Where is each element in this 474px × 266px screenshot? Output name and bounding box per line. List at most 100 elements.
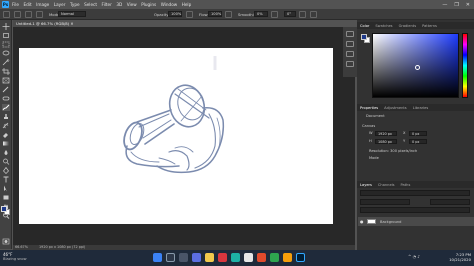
- menu-edit[interactable]: Edit: [24, 2, 32, 7]
- gradient-tool-icon[interactable]: [2, 140, 10, 147]
- pen-tool-icon[interactable]: [2, 167, 10, 174]
- artboard-tool-icon[interactable]: [2, 32, 10, 39]
- angle-field[interactable]: 0°: [284, 11, 296, 17]
- color-panel-foreground-swatch[interactable]: [361, 34, 367, 40]
- type-tool-icon[interactable]: [2, 176, 10, 183]
- menu-window[interactable]: Window: [161, 2, 178, 7]
- menu-image[interactable]: Image: [36, 2, 49, 7]
- close-button[interactable]: ✕: [466, 2, 470, 8]
- tab-paths[interactable]: Paths: [401, 183, 411, 187]
- foreground-color-swatch[interactable]: [1, 206, 7, 212]
- healing-brush-tool-icon[interactable]: [2, 95, 10, 102]
- tab-libraries[interactable]: Libraries: [413, 106, 429, 110]
- edge-icon[interactable]: [231, 253, 240, 262]
- menu-plugins[interactable]: Plugins: [141, 2, 156, 7]
- layer-filter-bar[interactable]: [360, 190, 470, 196]
- menu-filter[interactable]: Filter: [101, 2, 111, 7]
- quick-mask-icon[interactable]: [2, 238, 10, 245]
- tab-patterns[interactable]: Patterns: [422, 24, 437, 28]
- minimize-button[interactable]: —: [442, 2, 447, 8]
- eyedropper-tool-icon[interactable]: [2, 86, 10, 93]
- store-icon[interactable]: [244, 253, 253, 262]
- blend-mode-select[interactable]: [360, 199, 410, 205]
- tab-gradients[interactable]: Gradients: [399, 24, 417, 28]
- lock-options-bar[interactable]: [360, 207, 470, 213]
- layer-opacity-field[interactable]: [430, 199, 470, 205]
- office-icon[interactable]: [257, 253, 266, 262]
- menu-view[interactable]: View: [127, 2, 137, 7]
- visibility-eye-icon[interactable]: ●: [360, 219, 364, 224]
- history-panel-icon[interactable]: [346, 31, 354, 37]
- clone-stamp-tool-icon[interactable]: [2, 113, 10, 120]
- smoothing-settings-icon[interactable]: [271, 11, 278, 18]
- blur-tool-icon[interactable]: [2, 149, 10, 156]
- task-view-icon[interactable]: [179, 253, 188, 262]
- character-panel-icon[interactable]: [346, 51, 354, 57]
- rectangle-tool-icon[interactable]: [2, 194, 10, 201]
- document-tab[interactable]: Untitled-1 @ 66.7% (RGB/8) ✕: [13, 20, 74, 27]
- dodge-tool-icon[interactable]: [2, 158, 10, 165]
- zoom-level[interactable]: 66.67%: [15, 245, 28, 249]
- menu-help[interactable]: Help: [182, 2, 192, 7]
- quick-selection-tool-icon[interactable]: [2, 59, 10, 66]
- lasso-tool-icon[interactable]: [2, 50, 10, 57]
- spotify-icon[interactable]: [270, 253, 279, 262]
- menu-type[interactable]: Type: [70, 2, 80, 7]
- menu-file[interactable]: File: [12, 2, 19, 7]
- eraser-tool-icon[interactable]: [2, 131, 10, 138]
- canvas-height-field[interactable]: 1080 px: [375, 139, 397, 144]
- layer-name[interactable]: Background: [380, 220, 401, 224]
- hue-slider[interactable]: [462, 33, 468, 98]
- home-icon[interactable]: [3, 11, 10, 18]
- history-brush-tool-icon[interactable]: [2, 122, 10, 129]
- brush-preset-icon[interactable]: [14, 11, 21, 18]
- pressure-size-icon[interactable]: [299, 11, 306, 18]
- brush-size-icon[interactable]: [25, 11, 32, 18]
- menu-bar: Ps File Edit Image Layer Type Select Fil…: [0, 0, 474, 9]
- tab-color[interactable]: Color: [360, 24, 369, 28]
- canvas-x-field[interactable]: 0 px: [409, 131, 427, 136]
- system-tray[interactable]: ^ ◔ ♪: [408, 254, 420, 259]
- chrome-icon[interactable]: [283, 253, 292, 262]
- maximize-button[interactable]: ❐: [454, 2, 458, 8]
- brush-settings-icon[interactable]: [36, 11, 43, 18]
- photoshop-taskbar-icon[interactable]: [296, 253, 305, 262]
- widgets-icon[interactable]: [192, 253, 201, 262]
- frame-tool-icon[interactable]: [2, 77, 10, 84]
- canvas-width-field[interactable]: 1920 px: [375, 131, 397, 136]
- search-icon[interactable]: [166, 253, 175, 262]
- tab-adjustments[interactable]: Adjustments: [384, 106, 407, 110]
- symmetry-icon[interactable]: [310, 11, 317, 18]
- tab-swatches[interactable]: Swatches: [375, 24, 392, 28]
- tab-properties[interactable]: Properties: [360, 106, 378, 110]
- menu-select[interactable]: Select: [84, 2, 97, 7]
- brush-settings-panel-icon[interactable]: [346, 41, 354, 47]
- marquee-tool-icon[interactable]: [2, 41, 10, 48]
- paragraph-panel-icon[interactable]: [346, 61, 354, 67]
- brush-tool-icon[interactable]: [2, 104, 10, 111]
- pressure-opacity-icon[interactable]: [186, 11, 193, 18]
- smoothing-field[interactable]: 0%: [254, 11, 268, 17]
- tab-channels[interactable]: Channels: [378, 183, 395, 187]
- width-label: W: [369, 131, 373, 135]
- file-explorer-icon[interactable]: [205, 253, 214, 262]
- crop-tool-icon[interactable]: [2, 68, 10, 75]
- tab-layers[interactable]: Layers: [360, 183, 372, 187]
- mode-select[interactable]: Normal: [58, 11, 86, 17]
- move-tool-icon[interactable]: [2, 23, 10, 30]
- clock[interactable]: 7:23 PM 10/21/2020: [441, 252, 471, 262]
- airbrush-icon[interactable]: [225, 11, 232, 18]
- start-icon[interactable]: [153, 253, 162, 262]
- color-picker-cursor[interactable]: [415, 65, 420, 70]
- menu-3d[interactable]: 3D: [116, 2, 122, 7]
- properties-section-label: Document: [366, 114, 385, 118]
- collapsed-panel-icons: [343, 27, 357, 77]
- app-icon[interactable]: [218, 253, 227, 262]
- opacity-field[interactable]: 100%: [168, 11, 182, 17]
- document-canvas[interactable]: [19, 48, 333, 224]
- menu-layer[interactable]: Layer: [54, 2, 66, 7]
- canvas-y-field[interactable]: 0 px: [409, 139, 427, 144]
- path-selection-tool-icon[interactable]: [2, 185, 10, 192]
- flow-field[interactable]: 100%: [208, 11, 222, 17]
- weather-widget[interactable]: 46°F Blazing snow: [3, 252, 27, 262]
